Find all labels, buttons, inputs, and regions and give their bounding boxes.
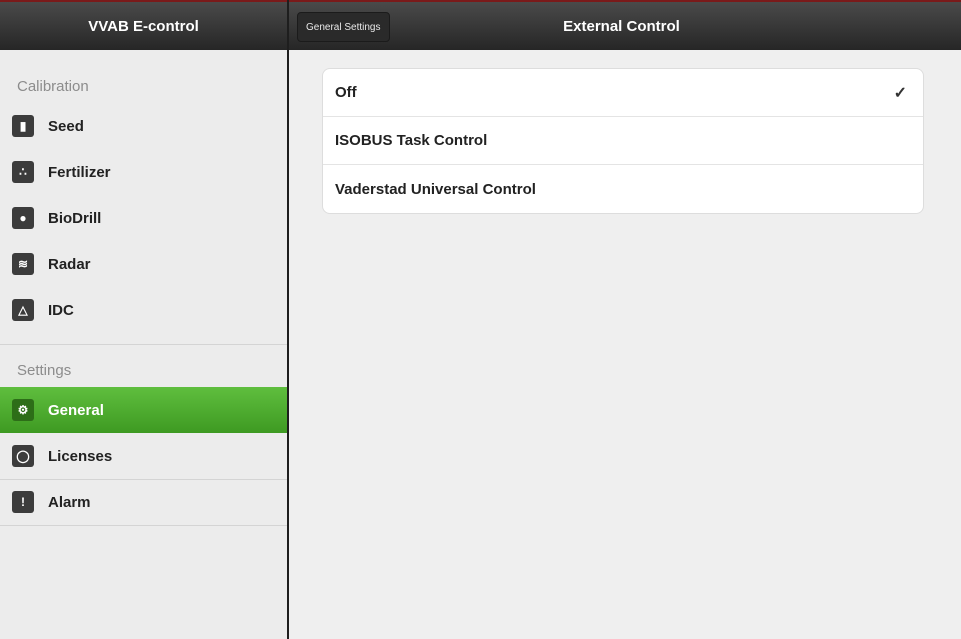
license-icon: ◯ (12, 445, 34, 467)
sidebar-body: Calibration ▮ Seed ∴ Fertilizer ● BioDri… (0, 50, 287, 639)
sidebar-item-label: BioDrill (48, 209, 102, 227)
detail-header: General Settings External Control (289, 0, 961, 50)
section-divider (0, 344, 287, 345)
fertilizer-icon: ∴ (12, 161, 34, 183)
sidebar-item-label: General (48, 401, 104, 419)
sidebar-item-general[interactable]: ⚙ General (0, 387, 287, 433)
sidebar-item-label: Alarm (48, 493, 91, 511)
option-label: Off (335, 84, 357, 101)
external-control-options: Off ✓ ISOBUS Task Control Vaderstad Univ… (322, 68, 924, 214)
app-window: VVAB E-control Calibration ▮ Seed ∴ Fert… (0, 0, 961, 639)
sidebar-item-radar[interactable]: ≋ Radar (0, 241, 287, 287)
sidebar-item-fertilizer[interactable]: ∴ Fertilizer (0, 149, 287, 195)
sidebar-item-label: Fertilizer (48, 163, 111, 181)
alarm-icon: ! (12, 491, 34, 513)
checkmark-icon: ✓ (893, 84, 907, 102)
sidebar-item-label: IDC (48, 301, 74, 319)
radar-icon: ≋ (12, 253, 34, 275)
sidebar-header: VVAB E-control (0, 0, 287, 50)
idc-icon: △ (12, 299, 34, 321)
option-label: Vaderstad Universal Control (335, 180, 536, 198)
page-title: External Control (563, 17, 680, 35)
option-label: ISOBUS Task Control (335, 132, 488, 149)
sidebar-item-label: Seed (48, 117, 84, 135)
sidebar-item-alarm[interactable]: ! Alarm (0, 479, 287, 525)
sidebar-item-licenses[interactable]: ◯ Licenses (0, 433, 287, 479)
seed-icon: ▮ (12, 115, 34, 137)
app-title: VVAB E-control (88, 17, 199, 35)
sidebar-item-seed[interactable]: ▮ Seed (0, 103, 287, 149)
back-button-general-settings[interactable]: General Settings (297, 12, 390, 42)
sidebar: VVAB E-control Calibration ▮ Seed ∴ Fert… (0, 0, 287, 639)
sidebar-item-idc[interactable]: △ IDC (0, 287, 287, 333)
item-divider (0, 525, 287, 526)
detail-panel: General Settings External Control Off ✓ … (289, 0, 961, 639)
section-title-settings: Settings (17, 362, 72, 379)
option-vaderstad-universal-control[interactable]: Vaderstad Universal Control (323, 165, 923, 213)
gears-icon: ⚙ (12, 399, 34, 421)
sidebar-item-label: Licenses (48, 447, 113, 465)
sidebar-item-label: Radar (48, 255, 91, 273)
sidebar-item-biodrill[interactable]: ● BioDrill (0, 195, 287, 241)
option-isobus-task-control[interactable]: ISOBUS Task Control (323, 117, 923, 165)
option-off[interactable]: Off ✓ (323, 69, 923, 117)
biodrill-icon: ● (12, 207, 34, 229)
section-title-calibration: Calibration (17, 78, 89, 95)
